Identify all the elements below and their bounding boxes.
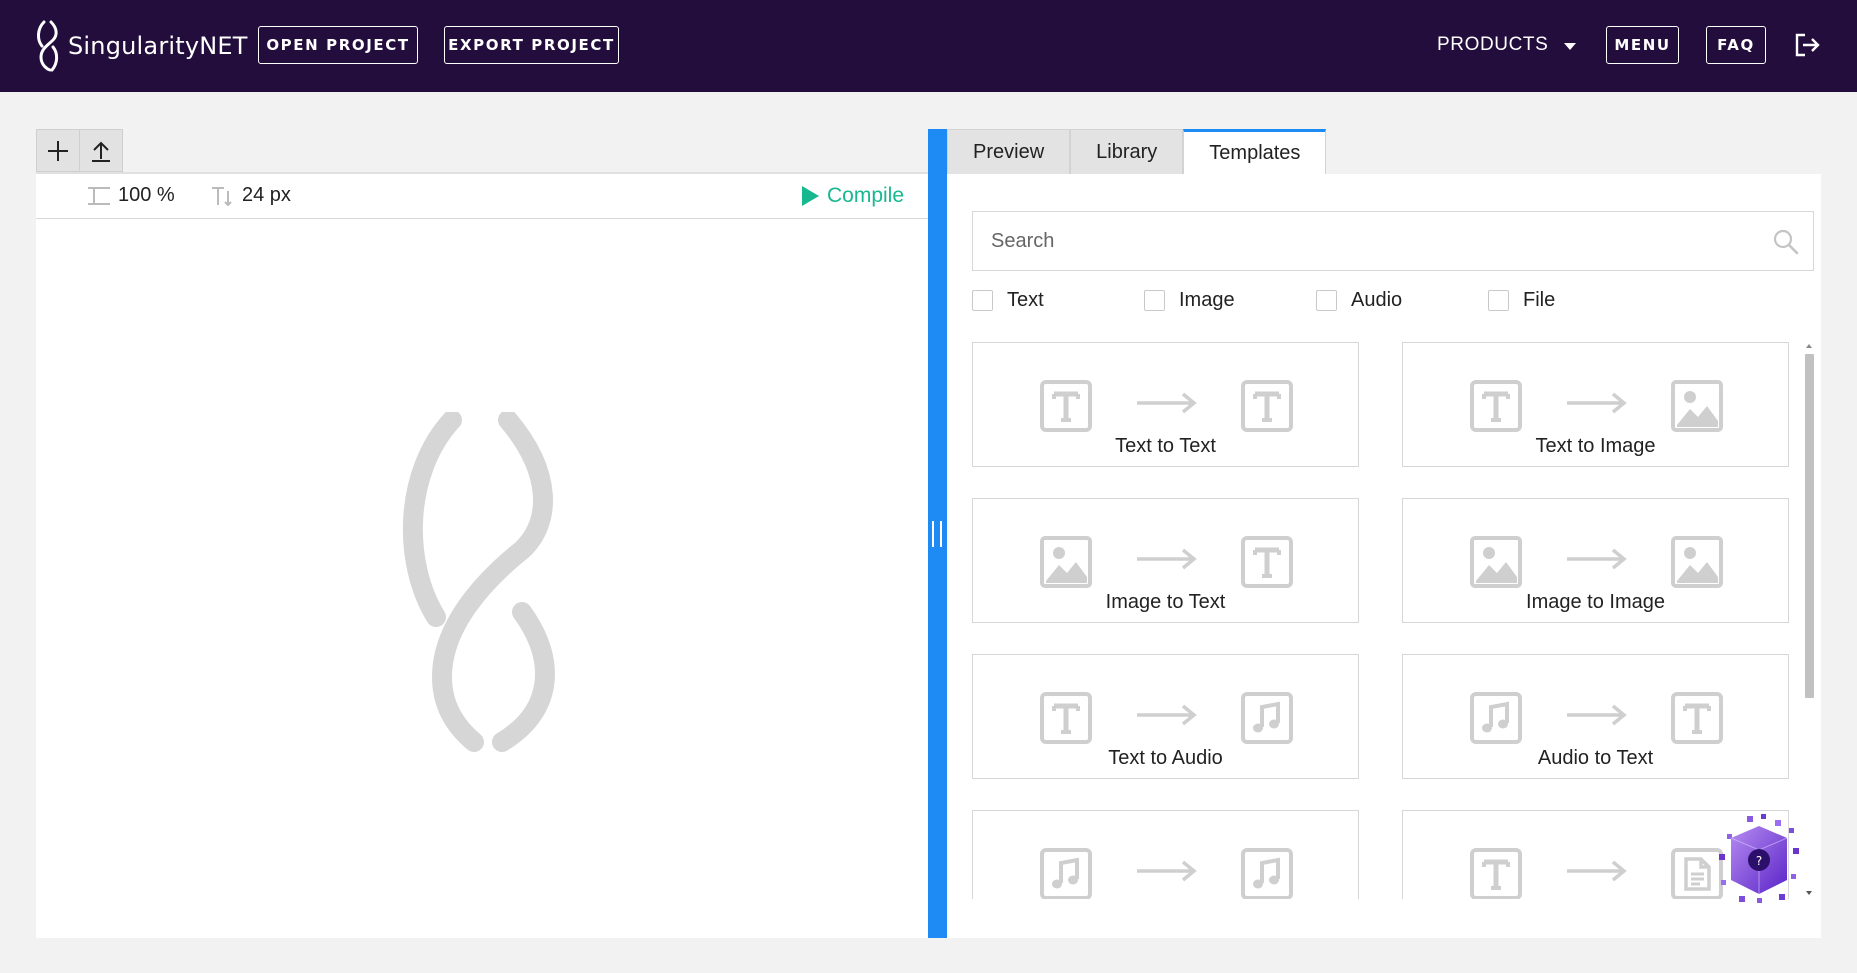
code-editor[interactable]: 100 % 24 px Compile — [36, 172, 928, 938]
brand-name: SingularityNET — [68, 32, 248, 60]
logout-icon[interactable] — [1792, 30, 1822, 60]
filter-text[interactable]: Text — [972, 289, 1044, 312]
text-icon — [1039, 379, 1093, 438]
filter-file-checkbox[interactable] — [1488, 290, 1509, 311]
arrow-right-icon — [1135, 391, 1197, 420]
filter-file[interactable]: File — [1488, 289, 1555, 312]
text-icon — [1039, 691, 1093, 750]
image-icon — [1469, 535, 1523, 594]
template-card-label: Image to Text — [1105, 591, 1226, 613]
audio-icon — [1039, 847, 1093, 899]
search-icon[interactable] — [1773, 229, 1799, 255]
help-assistant-icon[interactable]: ? — [1717, 814, 1801, 906]
template-grid: Text to Text Text to Image Image to Text… — [972, 342, 1798, 899]
filter-image[interactable]: Image — [1144, 289, 1235, 312]
filter-image-checkbox[interactable] — [1144, 290, 1165, 311]
scroll-down-icon[interactable] — [1806, 891, 1812, 895]
filter-audio-label: Audio — [1351, 289, 1403, 311]
arrow-right-icon — [1135, 547, 1197, 576]
top-navigation-bar: SingularityNET OPEN PROJECT EXPORT PROJE… — [0, 0, 1857, 92]
image-icon — [1039, 535, 1093, 594]
zoom-control[interactable]: 100 % — [86, 184, 175, 207]
arrow-right-icon — [1135, 703, 1197, 732]
play-icon — [802, 186, 819, 206]
filter-text-label: Text — [1007, 289, 1044, 311]
panel-tabs: Preview Library Templates — [947, 129, 1327, 175]
font-size-control[interactable]: 24 px — [210, 184, 291, 207]
text-icon — [1469, 847, 1523, 899]
template-card-image-to-text[interactable]: Image to Text — [972, 498, 1359, 623]
image-icon — [1670, 535, 1724, 594]
text-icon — [1240, 535, 1294, 594]
filter-audio[interactable]: Audio — [1316, 289, 1402, 312]
compile-label: Compile — [827, 184, 905, 207]
template-card-label: Text to Image — [1535, 435, 1656, 457]
singularitynet-watermark-icon — [402, 412, 555, 752]
upload-button[interactable] — [80, 130, 123, 171]
arrow-right-icon — [1565, 547, 1627, 576]
panel-resize-handle[interactable] — [928, 129, 947, 938]
text-icon — [1469, 379, 1523, 438]
template-card-audio-to-audio[interactable] — [972, 810, 1359, 899]
zoom-value: 100 % — [118, 184, 175, 206]
filter-audio-checkbox[interactable] — [1316, 290, 1337, 311]
template-card-text-to-image[interactable]: Text to Image — [1402, 342, 1789, 467]
tab-templates[interactable]: Templates — [1183, 129, 1327, 175]
text-icon — [1670, 691, 1724, 750]
search-input[interactable] — [973, 212, 1763, 270]
right-panel: Preview Library Templates Text Image Aud… — [947, 129, 1821, 938]
template-card-label: Text to Audio — [1108, 747, 1223, 769]
chevron-down-icon — [1564, 42, 1577, 50]
singularitynet-logo-icon — [37, 20, 59, 72]
text-icon — [1240, 379, 1294, 438]
template-card-label: Text to Text — [1115, 435, 1216, 457]
template-grid-scrollbar[interactable] — [1803, 342, 1816, 899]
template-card-text-to-text[interactable]: Text to Text — [972, 342, 1359, 467]
drag-grip-icon — [932, 521, 942, 547]
svg-text:?: ? — [1756, 854, 1762, 868]
file-icon — [1670, 847, 1724, 899]
font-size-value: 24 px — [242, 184, 291, 206]
filter-file-label: File — [1523, 289, 1556, 311]
template-card-label: Image to Image — [1526, 591, 1665, 613]
arrow-right-icon — [1135, 859, 1197, 888]
editor-status-bar: 100 % 24 px Compile — [36, 172, 928, 219]
export-project-button[interactable]: EXPORT PROJECT — [444, 26, 619, 64]
templates-panel: Text Image Audio File Text to Text — [947, 174, 1821, 938]
audio-icon — [1469, 691, 1523, 750]
arrow-right-icon — [1565, 859, 1627, 888]
template-card-label: Audio to Text — [1537, 747, 1654, 769]
compile-button[interactable]: Compile — [800, 184, 904, 208]
products-dropdown[interactable]: PRODUCTS — [1437, 30, 1577, 60]
scroll-up-icon[interactable] — [1806, 344, 1812, 348]
products-label: PRODUCTS — [1437, 34, 1549, 55]
add-button[interactable] — [37, 130, 80, 171]
arrow-right-icon — [1565, 703, 1627, 732]
template-card-image-to-image[interactable]: Image to Image — [1402, 498, 1789, 623]
faq-button[interactable]: FAQ — [1706, 26, 1766, 64]
arrow-right-icon — [1565, 391, 1627, 420]
audio-icon — [1240, 691, 1294, 750]
image-icon — [1670, 379, 1724, 438]
tab-preview[interactable]: Preview — [947, 129, 1071, 174]
upload-icon — [91, 141, 110, 162]
line-height-icon — [88, 186, 110, 205]
menu-button[interactable]: MENU — [1606, 26, 1679, 64]
template-card-text-to-audio[interactable]: Text to Audio — [972, 654, 1359, 779]
template-card-audio-to-text[interactable]: Audio to Text — [1402, 654, 1789, 779]
filter-text-checkbox[interactable] — [972, 290, 993, 311]
scrollbar-thumb[interactable] — [1805, 354, 1814, 698]
tab-library[interactable]: Library — [1070, 129, 1184, 174]
open-project-button[interactable]: OPEN PROJECT — [258, 26, 418, 64]
audio-icon — [1240, 847, 1294, 899]
font-size-icon — [212, 186, 232, 206]
search-box — [972, 211, 1814, 271]
plus-icon — [47, 140, 68, 161]
brand-logo[interactable]: SingularityNET — [36, 18, 248, 74]
editor-toolbar — [36, 129, 123, 172]
filter-image-label: Image — [1179, 289, 1235, 311]
